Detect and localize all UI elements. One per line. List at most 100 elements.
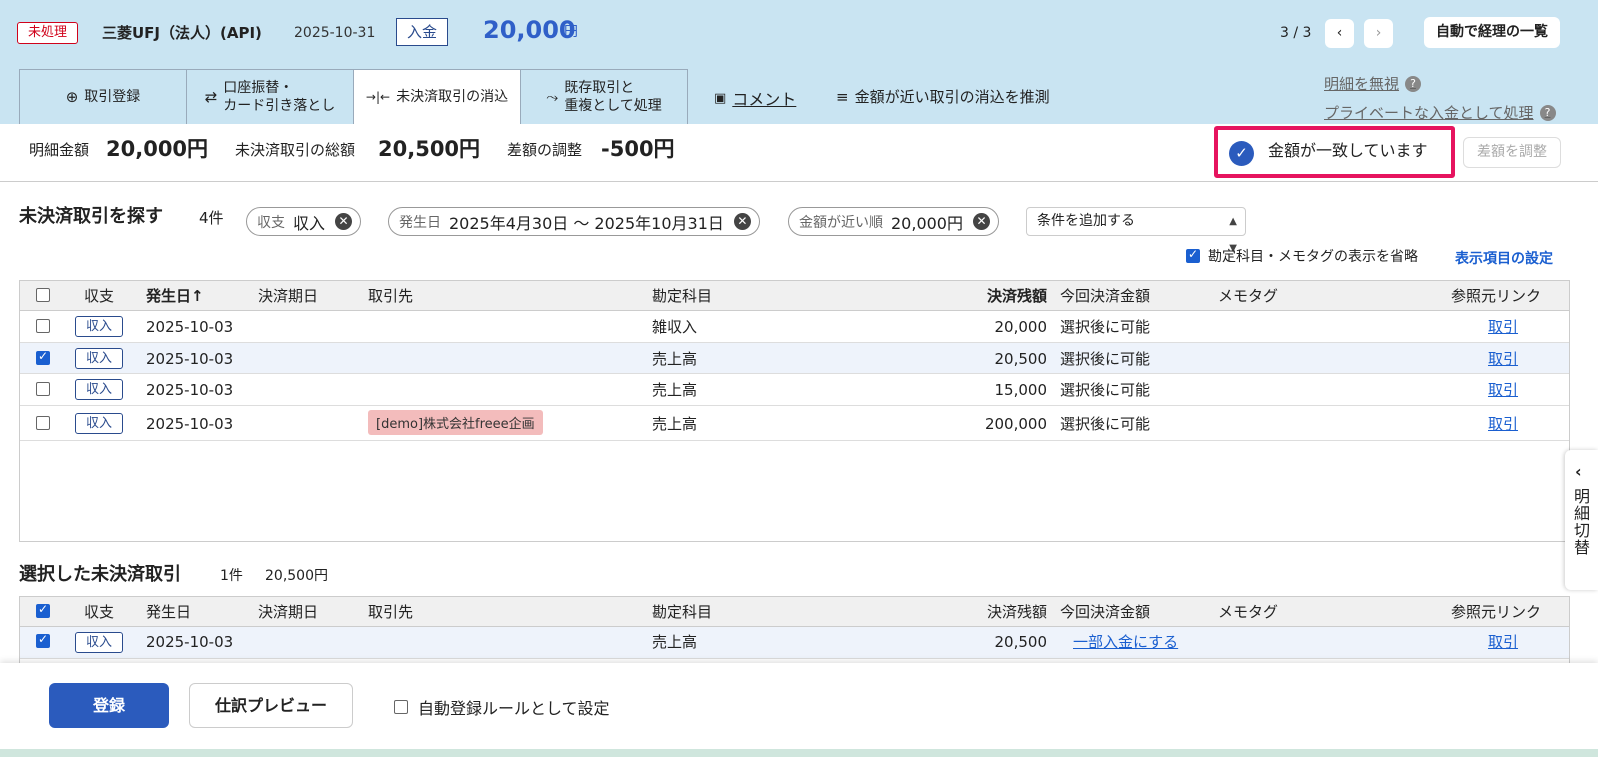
tab-label: 口座振替・ カード引き落とし	[223, 80, 336, 114]
row-balance: 15,000	[994, 381, 1048, 399]
omit-option-label: 勘定科目・メモタグの表示を省略	[1208, 249, 1418, 265]
row-link[interactable]: 取引	[1488, 414, 1518, 434]
chip-value: 20,000円	[891, 213, 963, 233]
row-account: 売上高	[652, 633, 698, 651]
tab-clear-unsettled[interactable]: →|← 未決済取引の消込	[353, 69, 521, 124]
row-balance: 20,500	[994, 350, 1048, 368]
unsettled-total-label: 未決済取引の総額	[235, 141, 356, 159]
row-link[interactable]: 取引	[1488, 380, 1518, 400]
bank-name: 三菱UFJ（法人）(API)	[102, 24, 262, 42]
transaction-amount: 20,000	[483, 16, 576, 44]
comment-link-label: コメント	[732, 90, 797, 109]
chip-label: 金額が近い順	[799, 214, 883, 231]
clear-icon[interactable]: ✕	[733, 213, 751, 230]
table-row[interactable]: 収入 2025-10-03 売上高 15,000 選択後に可能 取引	[20, 374, 1569, 406]
row-date: 2025-10-03	[146, 381, 234, 399]
list-check-icon: ≡	[836, 87, 849, 106]
tab-label: 既存取引と 重複として処理	[564, 80, 662, 114]
help-icon[interactable]: ?	[1539, 104, 1556, 121]
chip-value: 2025年4月30日 〜 2025年10月31日	[449, 213, 724, 233]
row-date: 2025-10-03	[146, 350, 234, 368]
row-balance: 20,000	[994, 318, 1048, 336]
adjust-difference-button[interactable]: 差額を調整	[1463, 137, 1561, 168]
tab-duplicate[interactable]: ⤳ 既存取引と 重複として処理	[520, 69, 688, 124]
row-pay: 選択後に可能	[1060, 415, 1151, 433]
row-link[interactable]: 取引	[1488, 349, 1518, 369]
filter-chip-amount[interactable]: 金額が近い順 20,000円 ✕	[788, 207, 999, 236]
table-row[interactable]: 収入 2025-10-03 売上高 20,500 一部入金にする 取引	[20, 627, 1569, 659]
row-link[interactable]: 取引	[1488, 632, 1518, 652]
search-result-count: 4件	[199, 209, 224, 227]
next-page-button[interactable]: ›	[1364, 19, 1393, 48]
private-deposit-link[interactable]: プライベートな入金として処理 ?	[1324, 102, 1556, 123]
journal-preview-button[interactable]: 仕訳プレビュー	[189, 683, 353, 728]
detail-switch-tab[interactable]: ‹ 明細切替	[1565, 450, 1598, 590]
auto-rule-label: 自動登録ルールとして設定	[418, 699, 610, 718]
col-pay: 今回決済金額	[1060, 287, 1151, 305]
auto-rule-option[interactable]: 自動登録ルールとして設定	[394, 695, 610, 719]
omit-display-option[interactable]: 勘定科目・メモタグの表示を省略	[1186, 246, 1418, 266]
clear-icon[interactable]: ✕	[973, 213, 990, 230]
col-memo: メモタグ	[1218, 287, 1279, 305]
row-balance: 20,500	[994, 633, 1048, 651]
col-link: 参照元リンク	[1451, 603, 1542, 621]
col-date-sort[interactable]: 発生日↑	[146, 286, 204, 306]
row-checkbox[interactable]	[36, 382, 50, 396]
add-condition-select[interactable]: 条件を追加する ▲ ▼	[1026, 207, 1246, 254]
tab-account-transfer[interactable]: ⇄ 口座振替・ カード引き落とし	[186, 69, 354, 124]
amount-match-indicator: ✓ 金額が一致しています	[1214, 126, 1455, 178]
chip-label: 発生日	[399, 214, 441, 231]
detail-amount-label: 明細金額	[29, 141, 90, 159]
col-account: 勘定科目	[652, 603, 713, 621]
col-memo: メモタグ	[1218, 603, 1279, 621]
check-circle-icon: ✓	[1229, 141, 1254, 166]
sort-up-icon: ↑	[191, 287, 204, 305]
row-checkbox[interactable]	[36, 416, 50, 430]
partial-payment-link[interactable]: 一部入金にする	[1073, 632, 1178, 652]
table-header: 収支 発生日 決済期日 取引先 勘定科目 決済残額 今回決済金額 メモタグ 参照…	[20, 597, 1569, 627]
col-date: 発生日	[146, 603, 192, 621]
table-row[interactable]: 収入 2025-10-03 雑収入 20,000 選択後に可能 取引	[20, 311, 1569, 343]
difference-value: -500円	[601, 137, 675, 161]
transaction-type-badge: 入金	[396, 18, 449, 46]
row-checkbox[interactable]	[36, 632, 50, 648]
row-pay: 選択後に可能	[1060, 318, 1151, 336]
partner-tag: [demo]株式会社freee企画	[368, 410, 543, 435]
comment-link[interactable]: ▣ コメント	[714, 86, 796, 110]
select-all-checkbox[interactable]	[36, 288, 50, 302]
filter-chip-date[interactable]: 発生日 2025年4月30日 〜 2025年10月31日 ✕	[388, 207, 760, 236]
filter-chip-income[interactable]: 収支 収入 ✕	[246, 207, 362, 236]
amount-match-text: 金額が一致しています	[1268, 141, 1428, 160]
col-income: 収支	[84, 603, 115, 621]
auto-rule-checkbox[interactable]	[394, 700, 408, 714]
register-button[interactable]: 登録	[49, 683, 169, 728]
suggest-link-label: 金額が近い取引の消込を推測	[854, 88, 1050, 106]
ignore-detail-link[interactable]: 明細を無視 ?	[1324, 73, 1422, 94]
tab-register-transaction[interactable]: ⊕ 取引登録	[19, 69, 187, 124]
row-date: 2025-10-03	[146, 415, 234, 433]
display-settings-link[interactable]: 表示項目の設定	[1455, 248, 1553, 268]
footer-bar: 登録 仕訳プレビュー 自動登録ルールとして設定	[0, 663, 1598, 749]
income-badge: 収入	[75, 316, 124, 337]
select-all-checkbox[interactable]	[36, 602, 50, 618]
row-balance: 200,000	[984, 415, 1047, 433]
ignore-link-label: 明細を無視	[1324, 75, 1400, 93]
col-balance: 決済残額	[986, 603, 1047, 621]
help-icon[interactable]: ?	[1405, 75, 1422, 92]
table-row[interactable]: 収入 2025-10-03 売上高 20,500 選択後に可能 取引	[20, 343, 1569, 374]
row-account: 売上高	[652, 381, 698, 399]
income-badge: 収入	[75, 632, 124, 653]
omit-checkbox[interactable]	[1186, 247, 1200, 263]
transaction-amount-unit: 円	[564, 24, 578, 40]
row-checkbox[interactable]	[36, 349, 50, 365]
clear-icon[interactable]: ✕	[335, 213, 353, 230]
row-link[interactable]: 取引	[1488, 317, 1518, 337]
auto-accounting-list-button[interactable]: 自動で経理の一覧	[1424, 17, 1560, 48]
row-account: 売上高	[652, 350, 698, 368]
prev-page-button[interactable]: ‹	[1325, 19, 1354, 48]
table-row[interactable]: 収入 2025-10-03 [demo]株式会社freee企画 売上高 200,…	[20, 406, 1569, 441]
tab-label: 未決済取引の消込	[396, 89, 509, 105]
suggest-clearing-link[interactable]: ≡ 金額が近い取引の消込を推測	[836, 86, 1050, 107]
comment-icon: ▣	[714, 90, 727, 106]
row-checkbox[interactable]	[36, 319, 50, 333]
